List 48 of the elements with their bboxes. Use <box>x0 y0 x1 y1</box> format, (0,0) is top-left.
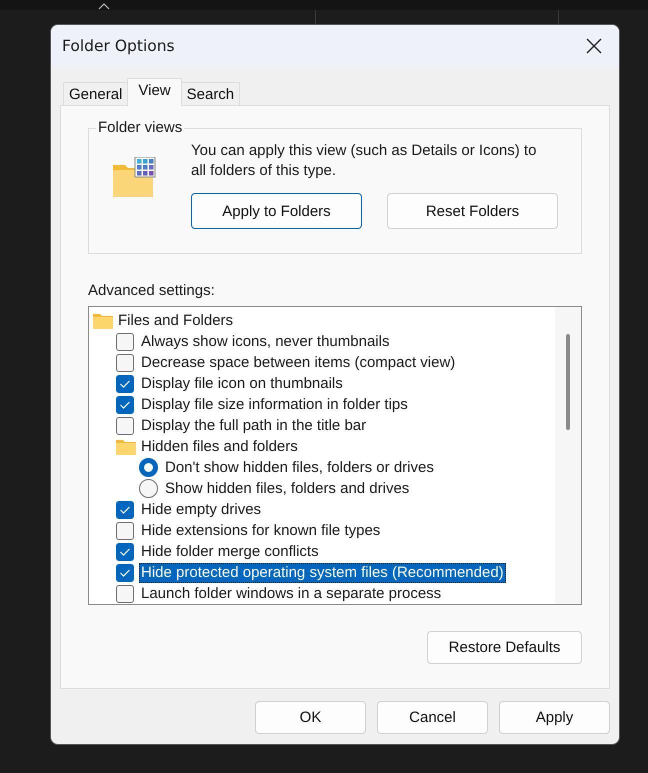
restore-defaults-button[interactable]: Restore Defaults <box>427 631 582 664</box>
checkbox[interactable] <box>116 542 134 560</box>
option-label[interactable]: Always show icons, never thumbnails <box>139 332 392 352</box>
option-label[interactable]: Display file icon on thumbnails <box>139 374 345 394</box>
folder-icon <box>93 312 113 328</box>
radio-button[interactable] <box>139 458 158 477</box>
checkbox[interactable] <box>116 332 134 350</box>
checkbox[interactable] <box>116 564 134 582</box>
checkbox[interactable] <box>116 396 134 414</box>
checkmark-icon <box>119 504 131 514</box>
scrollbar[interactable] <box>555 307 581 604</box>
option-label[interactable]: Hide extensions for known file types <box>139 520 382 540</box>
folder-view-button[interactable]: Apply to Folders <box>191 193 362 229</box>
option-label[interactable]: Display the full path in the title bar <box>139 416 368 436</box>
option-label[interactable]: Hide protected operating system files (Recommended) <box>139 562 506 582</box>
checkmark-icon <box>119 400 131 410</box>
close-icon <box>586 38 602 54</box>
option-label[interactable]: Show hidden files, folders and drives <box>163 478 412 498</box>
option-label[interactable]: Don't show hidden files, folders or drives <box>163 458 436 478</box>
dialog-button[interactable]: Apply <box>499 701 610 734</box>
checkbox[interactable] <box>116 500 134 518</box>
checkbox[interactable] <box>116 354 134 372</box>
tab[interactable]: View <box>127 78 182 106</box>
group-label: Hidden files and folders <box>141 438 298 456</box>
checkbox[interactable] <box>116 584 134 602</box>
group-label: Files and Folders <box>118 312 234 330</box>
tab[interactable]: Search <box>180 82 240 106</box>
checkbox[interactable] <box>116 416 134 434</box>
dialog-button[interactable]: OK <box>255 701 366 734</box>
tab[interactable]: General <box>63 82 128 106</box>
checkmark-icon <box>119 568 131 578</box>
option-label[interactable]: Hide folder merge conflicts <box>139 542 321 562</box>
option-label[interactable]: Launch folder windows in a separate process <box>139 584 444 604</box>
checkbox[interactable] <box>116 374 134 392</box>
folder-icon <box>116 438 136 454</box>
radio-button[interactable] <box>139 479 158 498</box>
checkbox[interactable] <box>116 522 134 540</box>
folder-view-button[interactable]: Reset Folders <box>387 193 558 229</box>
caret-icon <box>98 3 110 10</box>
section-label: Advanced settings: <box>88 282 216 300</box>
option-label[interactable]: Decrease space between items (compact view) <box>139 352 458 372</box>
window-title: Folder Options <box>62 37 175 55</box>
checkmark-icon <box>119 378 131 388</box>
description-text: You can apply this view (such as Details or Icons) to all folders of this type. <box>191 141 538 181</box>
checkmark-icon <box>119 546 131 556</box>
option-label[interactable]: Hide empty drives <box>139 500 264 520</box>
option-label[interactable]: Display file size information in folder tips <box>139 394 410 414</box>
dialog-button[interactable]: Cancel <box>377 701 488 734</box>
